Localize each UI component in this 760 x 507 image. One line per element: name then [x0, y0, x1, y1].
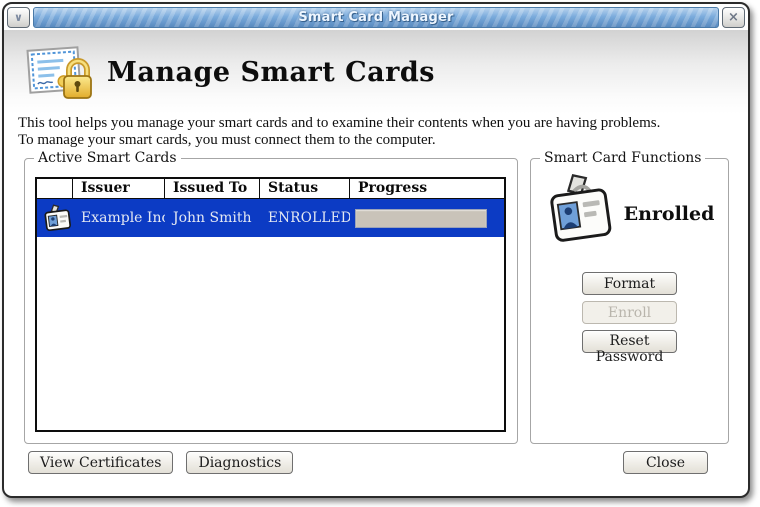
page-title: Manage Smart Cards	[107, 57, 435, 88]
chevron-down-icon: ∨	[14, 11, 23, 24]
table-header-row: Issuer Issued To Status Progress	[37, 179, 504, 199]
id-badge-icon	[42, 203, 72, 233]
column-header-progress[interactable]: Progress	[350, 179, 504, 198]
column-header-issued-to[interactable]: Issued To	[165, 179, 260, 198]
table-row[interactable]: Example Inc John Smith ENROLLED	[37, 199, 504, 237]
certificate-lock-icon	[26, 43, 92, 101]
row-status: ENROLLED	[260, 210, 350, 226]
row-issued-to: John Smith	[165, 210, 260, 226]
footer-left-buttons: View Certificates Diagnostics	[28, 451, 293, 474]
smart-card-manager-window: ∨ Smart Card Manager ×	[2, 2, 750, 498]
function-buttons: Format Enroll Reset Password	[531, 272, 728, 353]
smart-card-functions-group: Smart Card Functions Enrolled Format Enr…	[530, 158, 729, 444]
active-smart-cards-legend: Active Smart Cards	[34, 150, 181, 166]
card-state-row: Enrolled	[531, 171, 728, 257]
close-icon: ×	[728, 10, 739, 25]
enroll-button[interactable]: Enroll	[582, 301, 677, 324]
close-button[interactable]: Close	[623, 451, 708, 474]
view-certificates-button[interactable]: View Certificates	[28, 451, 173, 474]
description-text: This tool helps you manage your smart ca…	[18, 115, 660, 149]
column-header-icon[interactable]	[37, 179, 73, 198]
progress-bar	[355, 209, 487, 228]
page-header: Manage Smart Cards	[4, 30, 748, 114]
diagnostics-button[interactable]: Diagnostics	[186, 451, 293, 474]
card-state-label: Enrolled	[624, 203, 715, 225]
id-badge-large-icon	[545, 171, 617, 257]
window-shade-button[interactable]: ∨	[7, 7, 30, 28]
column-header-issuer[interactable]: Issuer	[73, 179, 165, 198]
smart-card-functions-legend: Smart Card Functions	[540, 150, 705, 166]
row-issuer: Example Inc	[73, 210, 165, 226]
window-close-button[interactable]: ×	[722, 7, 745, 28]
row-card-icon-cell	[37, 203, 73, 233]
smart-cards-table: Issuer Issued To Status Progress	[35, 177, 506, 432]
titlebar[interactable]: ∨ Smart Card Manager ×	[7, 7, 745, 29]
description-line-2: To manage your smart cards, you must con…	[18, 132, 660, 149]
titlebar-drag-area[interactable]: Smart Card Manager	[33, 7, 719, 28]
window-title: Smart Card Manager	[298, 10, 453, 25]
format-button[interactable]: Format	[582, 272, 677, 295]
column-header-status[interactable]: Status	[260, 179, 350, 198]
reset-password-button[interactable]: Reset Password	[582, 330, 677, 353]
description-line-1: This tool helps you manage your smart ca…	[18, 115, 660, 132]
row-progress-cell	[350, 209, 504, 228]
active-smart-cards-group: Active Smart Cards Issuer Issued To Stat…	[24, 158, 518, 444]
